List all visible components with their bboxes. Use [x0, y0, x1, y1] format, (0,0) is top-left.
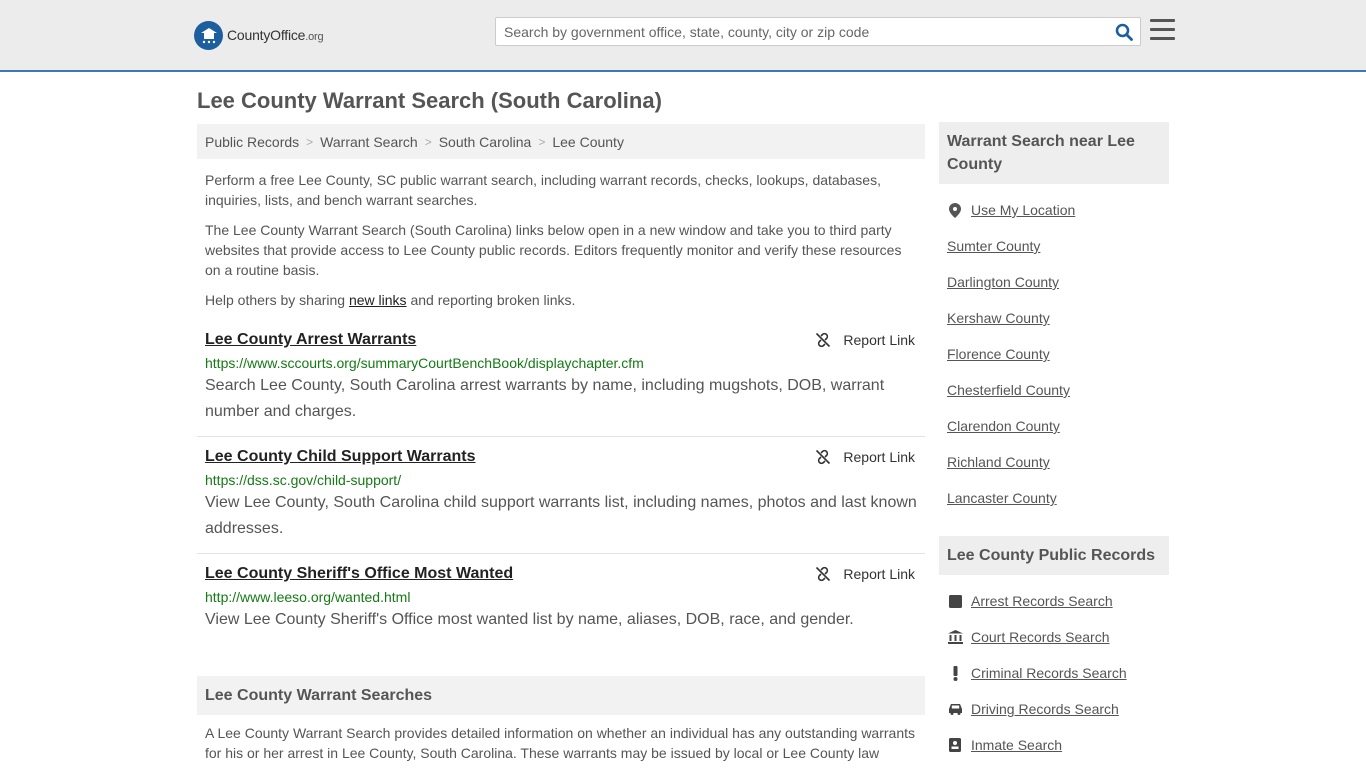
intro-paragraph-2: The Lee County Warrant Search (South Car… — [205, 222, 902, 278]
result-description: View Lee County, South Carolina child su… — [205, 494, 917, 537]
result-item: Lee County Child Support Warrants https:… — [197, 447, 925, 554]
sidebar-item-darlington-county[interactable]: Darlington County — [947, 272, 1059, 292]
intro-paragraph-3: Help others by sharing new links and rep… — [205, 290, 917, 310]
warrant-searches-text: A Lee County Warrant Search provides det… — [205, 725, 916, 761]
sidebar-item-driving-records[interactable]: Driving Records Search — [947, 699, 1119, 719]
intro-help-text-end: and reporting broken links. — [406, 292, 576, 308]
sidebar-item-criminal-records[interactable]: Criminal Records Search — [947, 663, 1127, 683]
sidebar-item-label: Driving Records Search — [971, 701, 1119, 717]
search-box — [495, 17, 1141, 46]
sidebar-item-inmate-search[interactable]: Inmate Search — [947, 735, 1062, 755]
broken-link-icon — [816, 332, 831, 348]
report-link-button[interactable]: Report Link — [815, 449, 915, 465]
result-url[interactable]: https://dss.sc.gov/child-support/ — [205, 471, 917, 489]
warrant-searches-heading: Lee County Warrant Searches — [197, 676, 925, 715]
sidebar-item-chesterfield-county[interactable]: Chesterfield County — [947, 380, 1070, 400]
search-input[interactable] — [496, 18, 1106, 45]
logo-badge-icon — [194, 20, 223, 50]
sidebar-item-clarendon-county[interactable]: Clarendon County — [947, 416, 1060, 436]
sidebar-item-label: Inmate Search — [971, 737, 1063, 753]
result-url[interactable]: http://www.leeso.org/wanted.html — [205, 588, 917, 606]
search-button[interactable] — [1114, 22, 1134, 42]
sidebar-item-sumter-county[interactable]: Sumter County — [947, 236, 1040, 256]
sidebar-item-label: Arrest Records Search — [971, 593, 1113, 609]
broken-link-icon — [816, 566, 831, 582]
report-link-label: Report Link — [843, 332, 915, 348]
sidebar-item-lancaster-county[interactable]: Lancaster County — [947, 488, 1057, 508]
breadcrumb-south-carolina[interactable]: South Carolina — [439, 134, 532, 150]
sidebar-item-court-records[interactable]: Court Records Search — [947, 627, 1110, 647]
sidebar-nearby-heading: Warrant Search near Lee County — [939, 122, 1169, 184]
search-icon — [1115, 23, 1133, 41]
result-url[interactable]: https://www.sccourts.org/summaryCourtBen… — [205, 354, 917, 372]
sidebar-records-heading: Lee County Public Records — [939, 536, 1169, 575]
report-link-button[interactable]: Report Link — [815, 332, 915, 348]
result-title-link[interactable]: Lee County Arrest Warrants — [205, 330, 917, 350]
site-logo[interactable]: CountyOffice.org — [194, 20, 324, 50]
breadcrumb-public-records[interactable]: Public Records — [205, 134, 299, 150]
sidebar-item-kershaw-county[interactable]: Kershaw County — [947, 308, 1050, 328]
breadcrumb-warrant-search[interactable]: Warrant Search — [320, 134, 418, 150]
sidebar-item-florence-county[interactable]: Florence County — [947, 344, 1050, 364]
square-icon — [947, 593, 963, 609]
intro-help-text: Help others by sharing — [205, 292, 349, 308]
result-title-link[interactable]: Lee County Child Support Warrants — [205, 447, 917, 467]
result-item: Lee County Arrest Warrants https://www.s… — [197, 330, 925, 437]
logo-text: CountyOffice.org — [227, 27, 324, 43]
breadcrumb: Public Records > Warrant Search > South … — [197, 124, 925, 159]
car-icon — [947, 701, 963, 717]
breadcrumb-separator-icon: > — [538, 134, 546, 149]
new-links-link[interactable]: new links — [349, 292, 407, 308]
id-badge-icon — [947, 737, 963, 753]
use-my-location-link[interactable]: Use My Location — [947, 200, 1075, 220]
logo-tld: .org — [305, 31, 324, 43]
result-item: Lee County Sheriff's Office Most Wanted … — [197, 564, 925, 644]
sidebar-item-label: Criminal Records Search — [971, 665, 1127, 681]
breadcrumb-separator-icon: > — [306, 134, 314, 149]
page-title: Lee County Warrant Search (South Carolin… — [197, 88, 662, 113]
courthouse-icon — [947, 629, 963, 645]
breadcrumb-separator-icon: > — [424, 134, 432, 149]
report-link-label: Report Link — [843, 449, 915, 465]
site-header: CountyOffice.org — [0, 0, 1366, 72]
result-description: View Lee County Sheriff's Office most wa… — [205, 611, 854, 628]
sidebar-item-label: Court Records Search — [971, 629, 1110, 645]
sidebar-item-richland-county[interactable]: Richland County — [947, 452, 1050, 472]
breadcrumb-lee-county[interactable]: Lee County — [552, 134, 624, 150]
report-link-button[interactable]: Report Link — [815, 566, 915, 582]
report-link-label: Report Link — [843, 566, 915, 582]
result-title-link[interactable]: Lee County Sheriff's Office Most Wanted — [205, 564, 917, 584]
sidebar-item-arrest-records[interactable]: Arrest Records Search — [947, 591, 1113, 611]
use-my-location-label: Use My Location — [971, 202, 1076, 218]
exclamation-icon — [947, 665, 963, 681]
logo-name: CountyOffice — [227, 27, 306, 43]
result-description: Search Lee County, South Carolina arrest… — [205, 377, 885, 420]
hamburger-menu-icon[interactable] — [1150, 19, 1175, 41]
map-pin-icon — [947, 202, 963, 218]
intro-paragraph-1: Perform a free Lee County, SC public war… — [205, 172, 881, 208]
broken-link-icon — [816, 449, 831, 465]
